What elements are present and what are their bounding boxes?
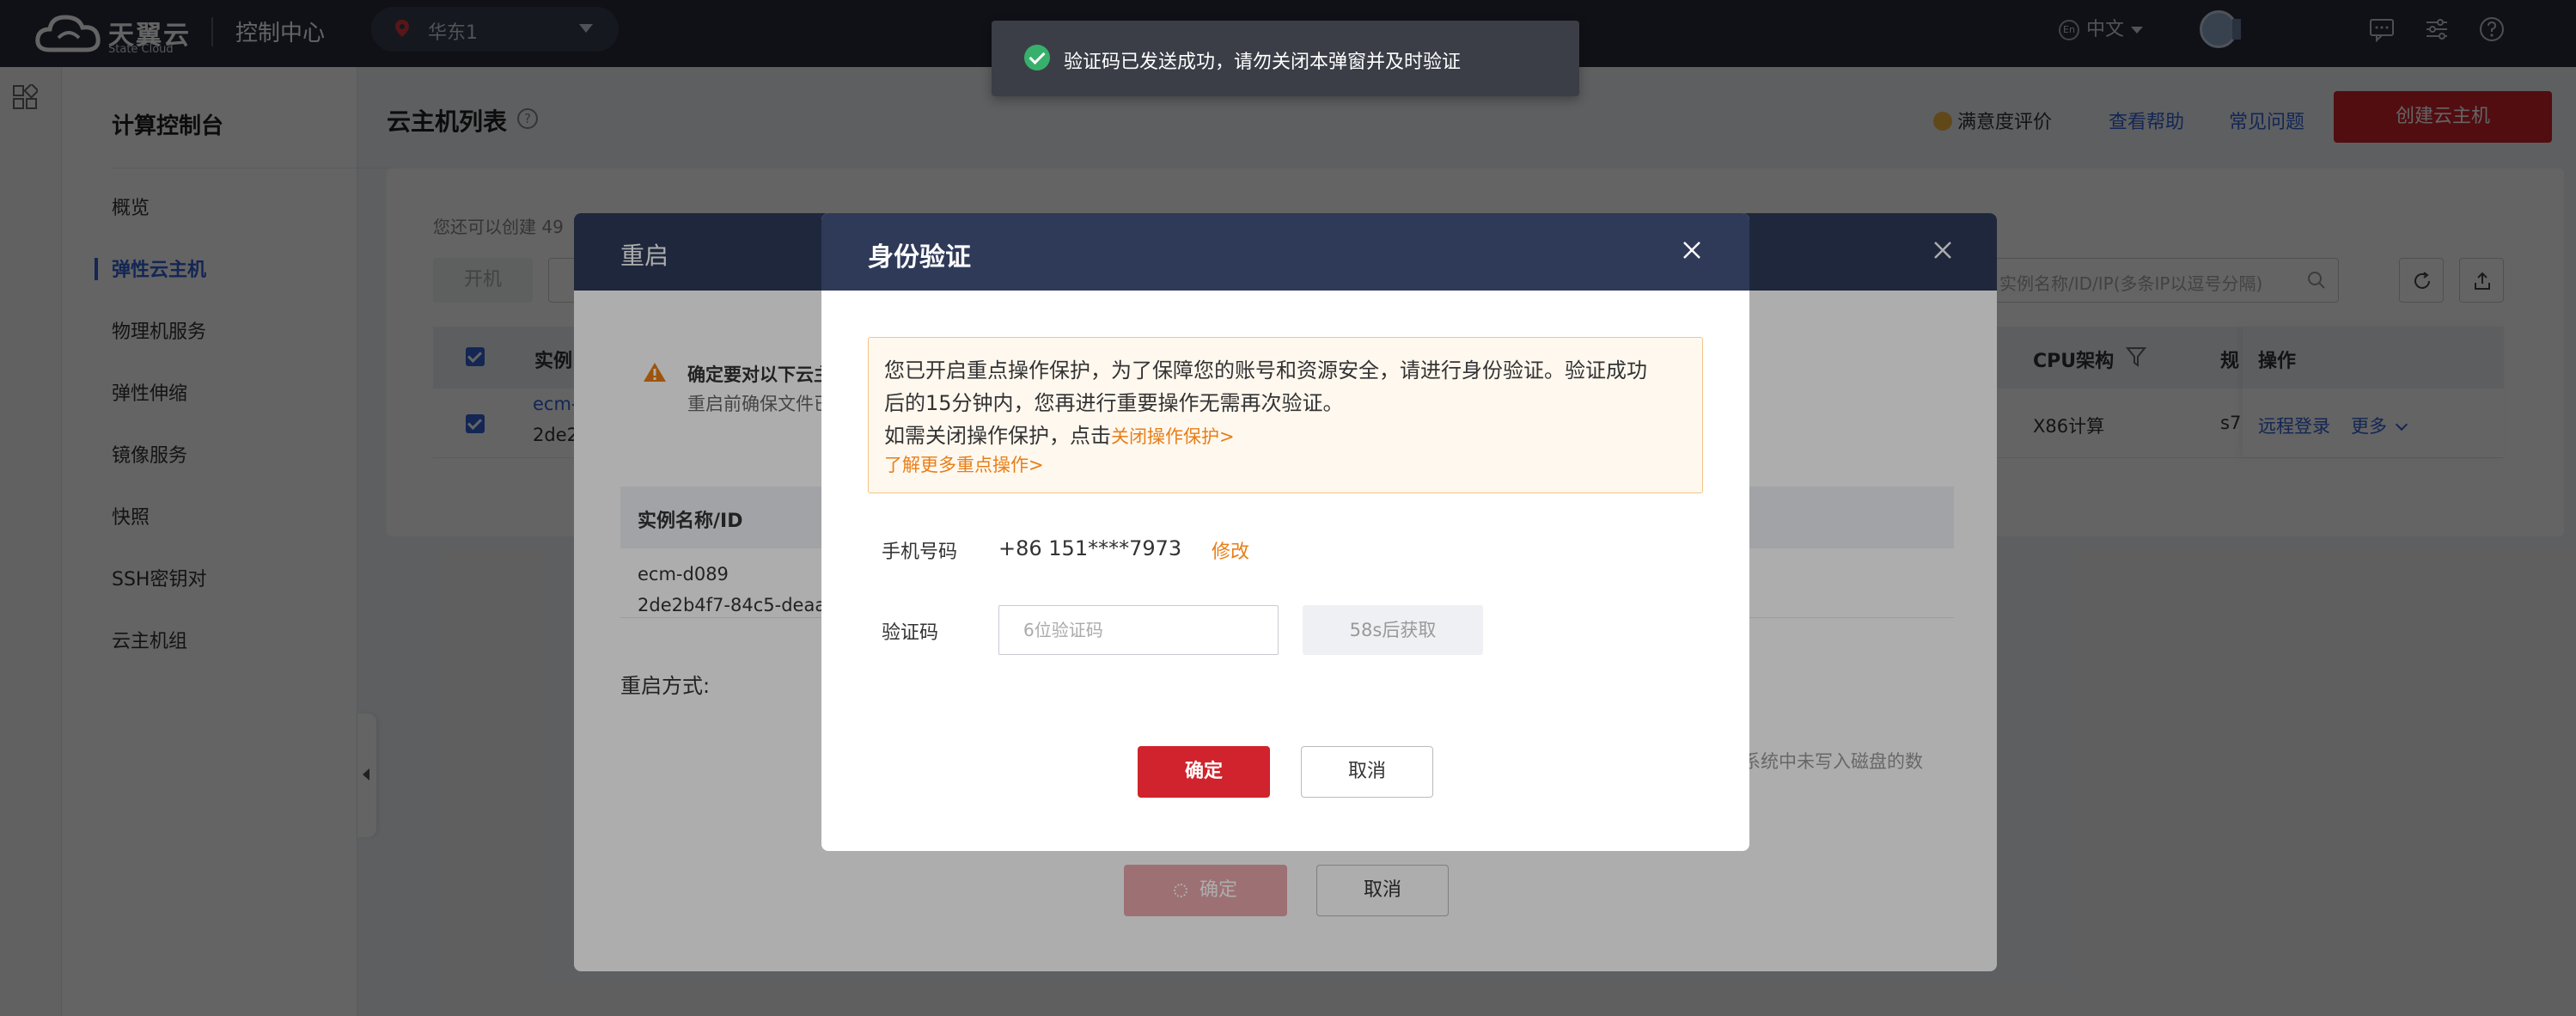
protection-notice: 您已开启重点操作保护，为了保障您的账号和资源安全，请进行身份验证。验证成功 后的… (868, 337, 1703, 493)
confirm-button[interactable]: 确定 (1138, 746, 1270, 798)
cancel-button[interactable]: 取消 (1301, 746, 1433, 798)
notice-line: 如需关闭操作保护，点击关闭操作保护> (884, 419, 1235, 449)
identity-verification-dialog: 身份验证 您已开启重点操作保护，为了保障您的账号和资源安全，请进行身份验证。验证… (821, 213, 1749, 851)
learn-more-link[interactable]: 了解更多重点操作> (884, 451, 1044, 477)
code-label: 验证码 (882, 622, 939, 644)
dialog-title: 身份验证 (868, 242, 971, 272)
verification-code-input[interactable] (998, 605, 1279, 655)
resend-code-button[interactable]: 58s后获取 (1303, 605, 1483, 655)
success-toast: 验证码已发送成功，请勿关闭本弹窗并及时验证 (992, 21, 1579, 96)
phone-label: 手机号码 (882, 542, 958, 563)
notice-text: 如需关闭操作保护，点击 (884, 424, 1111, 448)
check-circle-icon (1024, 45, 1050, 70)
notice-line: 后的15分钟内，您再进行重要操作无需再次验证。 (884, 391, 1344, 415)
notice-line: 您已开启重点操作保护，为了保障您的账号和资源安全，请进行身份验证。验证成功 (884, 358, 1647, 383)
phone-number: +86 151****7973 (998, 536, 1182, 560)
close-icon[interactable] (1681, 239, 1703, 261)
toast-message: 验证码已发送成功，请勿关闭本弹窗并及时验证 (1064, 52, 1462, 73)
disable-protection-link[interactable]: 关闭操作保护> (1111, 426, 1235, 447)
edit-phone-link[interactable]: 修改 (1212, 536, 1249, 564)
